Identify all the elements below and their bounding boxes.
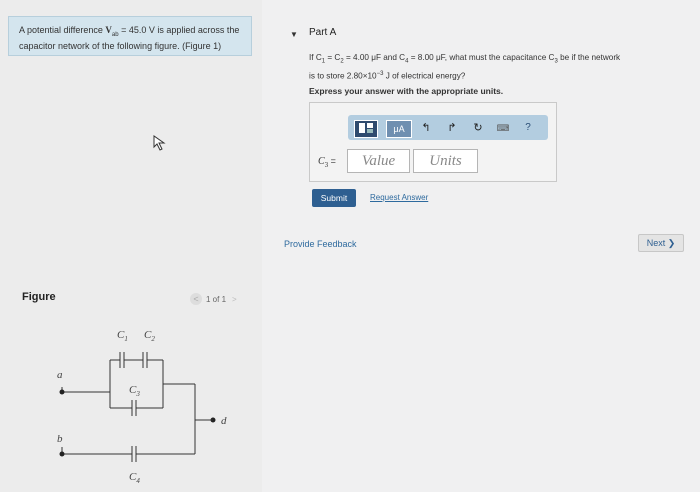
terminal-a-dot xyxy=(59,389,65,395)
figure-link-text[interactable]: capacitor network of the following figur… xyxy=(19,41,221,51)
q-text: be if the network xyxy=(557,53,621,62)
label-a: a xyxy=(57,369,63,381)
part-title: Part A xyxy=(309,27,337,38)
terminal-b-dot xyxy=(59,451,65,457)
label-c2: C2 xyxy=(144,329,155,343)
request-answer-link[interactable]: Request Answer xyxy=(370,193,428,202)
figure-heading: Figure xyxy=(22,291,56,303)
units-input[interactable]: Units xyxy=(413,149,478,173)
label-c4: C4 xyxy=(129,471,140,485)
var-eq: = xyxy=(328,156,336,166)
pager-text: 1 of 1 xyxy=(206,295,227,304)
value-input[interactable]: Value xyxy=(347,149,410,173)
answer-variable-label: C3 = xyxy=(318,156,336,169)
q-text: If C xyxy=(309,53,322,62)
pager-prev-button[interactable]: < xyxy=(190,293,202,305)
help-icon[interactable]: ? xyxy=(520,120,536,136)
q-text: is to store 2.80×10 xyxy=(309,71,377,81)
vab-subscript: ab xyxy=(111,31,119,38)
capacitor-network-diagram: C1 C2 C3 C4 a b d xyxy=(57,329,227,485)
q-text: = C xyxy=(325,53,341,62)
units-symbol-button[interactable]: μA xyxy=(386,120,412,138)
q-text: = 4.00 μF and C xyxy=(343,53,406,62)
q-text: = 8.00 μF, what must the capacitance C xyxy=(408,53,555,62)
vab-value: = 45.0 V xyxy=(118,25,155,35)
problem-text: A potential difference xyxy=(19,25,106,35)
submit-button[interactable]: Submit xyxy=(312,189,356,207)
label-c1: C1 xyxy=(117,329,128,343)
question-text: If C1 = C2 = 4.00 μF and C4 = 8.00 μF, w… xyxy=(309,52,689,82)
problem-statement: A potential difference Vab = 45.0 V is a… xyxy=(8,16,252,56)
reset-icon[interactable]: ↻ xyxy=(470,120,486,136)
math-toolbar: μA ↰ ↱ ↻ ⌨ ? xyxy=(348,115,548,140)
next-button[interactable]: Next ❯ xyxy=(638,234,684,252)
label-d: d xyxy=(221,415,227,427)
label-b: b xyxy=(57,433,63,445)
label-c3: C3 xyxy=(129,384,140,398)
redo-icon[interactable]: ↱ xyxy=(444,120,460,136)
provide-feedback-link[interactable]: Provide Feedback xyxy=(284,239,357,249)
pager-next-button[interactable]: > xyxy=(232,295,237,304)
mouse-cursor-icon xyxy=(153,135,167,156)
var-symbol: C xyxy=(318,156,325,167)
problem-text-suffix: is applied across the xyxy=(154,25,240,35)
figure-pager: <1 of 1 > xyxy=(190,293,237,305)
collapse-arrow-icon[interactable]: ▼ xyxy=(290,30,298,39)
express-instruction: Express your answer with the appropriate… xyxy=(309,86,504,96)
keyboard-icon[interactable]: ⌨ xyxy=(495,120,511,136)
templates-icon[interactable] xyxy=(354,120,378,138)
undo-icon[interactable]: ↰ xyxy=(418,120,434,136)
q-text: J of electrical energy? xyxy=(383,71,466,81)
